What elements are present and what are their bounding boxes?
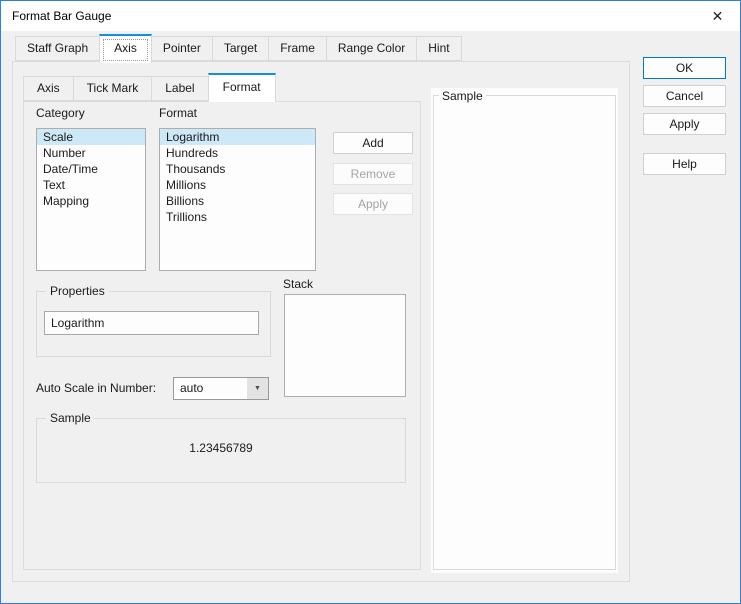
category-label: Category	[36, 106, 85, 120]
list-item[interactable]: Mapping	[37, 193, 145, 209]
dialog-title: Format Bar Gauge	[12, 9, 112, 23]
format-listbox[interactable]: Logarithm Hundreds Thousands Millions Billio…	[159, 128, 316, 271]
format-bar-gauge-dialog: Format Bar Gauge ✕ Staff Graph Axis Poin…	[0, 0, 741, 604]
stack-label: Stack	[283, 277, 314, 291]
properties-group-label: Properties	[46, 284, 109, 298]
main-tab-bar: Staff Graph Axis Pointer Target Frame Ra…	[15, 34, 462, 63]
list-item[interactable]: Hundreds	[160, 145, 315, 161]
auto-scale-dropdown[interactable]: auto ▼	[173, 377, 269, 400]
format-label: Format	[159, 106, 198, 120]
tab-staff-graph[interactable]: Staff Graph	[15, 36, 101, 61]
sample-preview-label: Sample	[439, 89, 486, 103]
auto-scale-label: Auto Scale in Number:	[36, 381, 157, 395]
cancel-button[interactable]: Cancel	[643, 85, 726, 107]
sample-value: 1.23456789	[189, 441, 253, 455]
subtab-label[interactable]: Label	[151, 76, 209, 101]
tab-frame[interactable]: Frame	[268, 36, 327, 61]
title-bar: Format Bar Gauge ✕	[1, 1, 740, 31]
list-item[interactable]: Billions	[160, 193, 315, 209]
list-item[interactable]: Logarithm	[160, 129, 315, 145]
list-item[interactable]: Millions	[160, 177, 315, 193]
apply-list-button[interactable]: Apply	[333, 193, 413, 215]
list-item[interactable]: Date/Time	[37, 161, 145, 177]
subtab-tick-mark[interactable]: Tick Mark	[72, 76, 153, 101]
sample-group-label: Sample	[46, 411, 95, 425]
ok-button[interactable]: OK	[643, 57, 726, 79]
list-item[interactable]: Text	[37, 177, 145, 193]
properties-input[interactable]: Logarithm	[44, 311, 259, 335]
tab-hint[interactable]: Hint	[416, 36, 462, 61]
list-item[interactable]: Scale	[37, 129, 145, 145]
sub-tab-bar: Axis Tick Mark Label Format	[23, 73, 276, 102]
chevron-down-icon: ▼	[247, 378, 268, 399]
subtab-axis[interactable]: Axis	[23, 76, 74, 101]
subtab-format[interactable]: Format	[207, 73, 276, 102]
stack-listbox[interactable]	[284, 294, 406, 397]
tab-axis[interactable]: Axis	[99, 34, 152, 63]
category-listbox[interactable]: Scale Number Date/Time Text Mapping	[36, 128, 146, 271]
sample-preview-area	[433, 95, 616, 570]
tab-target[interactable]: Target	[211, 36, 270, 61]
tab-range-color[interactable]: Range Color	[325, 36, 418, 61]
apply-button[interactable]: Apply	[643, 113, 726, 135]
list-item[interactable]: Number	[37, 145, 145, 161]
remove-button[interactable]: Remove	[333, 163, 413, 185]
list-item[interactable]: Trillions	[160, 209, 315, 225]
add-button[interactable]: Add	[333, 132, 413, 154]
close-icon[interactable]: ✕	[695, 1, 740, 31]
sample-group: Sample 1.23456789	[36, 411, 406, 483]
list-item[interactable]: Thousands	[160, 161, 315, 177]
help-button[interactable]: Help	[643, 153, 726, 175]
auto-scale-value: auto	[180, 381, 204, 395]
tab-pointer[interactable]: Pointer	[150, 36, 213, 61]
